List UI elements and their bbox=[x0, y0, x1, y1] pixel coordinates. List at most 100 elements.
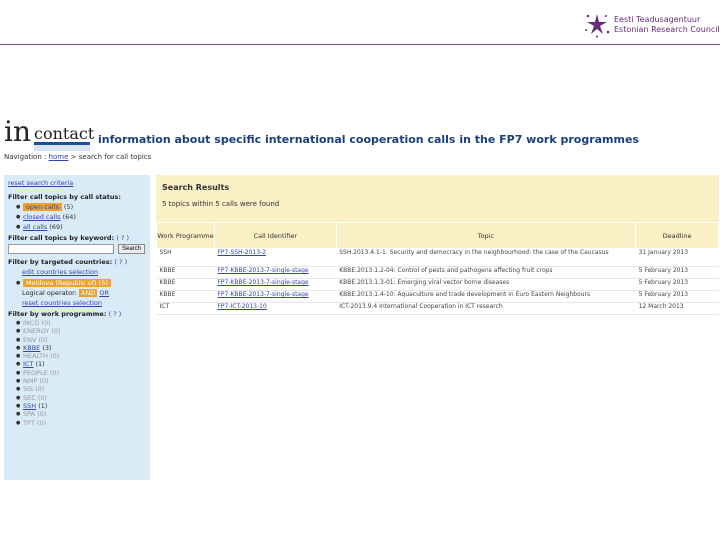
programme-count: (0) bbox=[38, 335, 48, 344]
cell-call: FP7-SSH-2013-2 bbox=[214, 248, 337, 267]
results-table-body: SSH FP7-SSH-2013-2 SSH.2013.4.1-1. Securit… bbox=[156, 248, 719, 315]
reset-countries-link[interactable]: reset countries selection bbox=[22, 299, 146, 307]
cell-programme: SSH bbox=[156, 248, 215, 267]
programme-help-link[interactable]: ( ? ) bbox=[109, 310, 122, 318]
all-calls-count: (69) bbox=[49, 223, 63, 231]
list-item: open calls (5) bbox=[16, 203, 146, 211]
programme-nmp-link: NMP bbox=[23, 377, 38, 386]
closed-calls-count: (64) bbox=[62, 213, 76, 221]
cell-call-link[interactable]: FP7-KBBE-2013-7-single-stage bbox=[217, 291, 308, 298]
list-item: KBBE (3) bbox=[16, 343, 146, 352]
list-item: INCO (0) bbox=[16, 319, 146, 327]
keyword-filter-label: Filter call topics by keyword: bbox=[8, 234, 115, 242]
list-item: SiS (0) bbox=[16, 385, 146, 394]
programme-tpt-link: TPT bbox=[23, 418, 35, 427]
programme-ict-link[interactable]: ICT bbox=[23, 360, 33, 368]
status-filter-list: open calls (5) closed calls (64) all cal… bbox=[16, 203, 146, 231]
cell-call: FP7-ICT-2013-10 bbox=[214, 302, 337, 315]
programme-count: (1) bbox=[38, 401, 48, 410]
logo-text-in: in bbox=[4, 115, 31, 148]
country-selected-tag[interactable]: Moldova (Republic of) (5) bbox=[23, 279, 111, 287]
logical-operator-label: Logical operator: bbox=[22, 289, 77, 297]
col-header-topic[interactable]: Topic bbox=[335, 222, 637, 249]
keyword-filter-heading: Filter call topics by keyword: ( ? ) bbox=[8, 234, 146, 242]
programme-health-link: HEALTH bbox=[23, 352, 49, 361]
programme-ssh-link[interactable]: SSH bbox=[23, 402, 36, 410]
incontact-logo[interactable]: in contact bbox=[4, 118, 94, 152]
programme-filter-list: INCO (0)ENERGY (0)ENV (0)KBBE (3)HEALTH … bbox=[16, 319, 146, 427]
keyword-input[interactable] bbox=[8, 244, 114, 254]
programme-kbbe-link[interactable]: KBBE bbox=[23, 344, 40, 352]
list-item: SEC (0) bbox=[16, 393, 146, 402]
cell-call: FP7-KBBE-2013-7-single-stage bbox=[214, 290, 337, 303]
header-divider bbox=[0, 44, 720, 45]
cell-call-link[interactable]: FP7-ICT-2013-10 bbox=[217, 303, 266, 310]
programme-sec-link: SEC bbox=[23, 393, 36, 402]
list-item: ENV (0) bbox=[16, 335, 146, 344]
filter-sidebar: reset search criteria Filter call topics… bbox=[4, 175, 150, 480]
keyword-help-link[interactable]: ( ? ) bbox=[116, 234, 129, 242]
programme-env-link: ENV bbox=[23, 335, 37, 344]
operator-or-link[interactable]: OR bbox=[99, 289, 109, 297]
reset-search-link[interactable]: reset search criteria bbox=[8, 179, 146, 187]
country-selected-label: Moldova (Republic of) bbox=[26, 279, 97, 287]
logo-tagbar bbox=[34, 145, 90, 151]
programme-energy-link: ENERGY bbox=[23, 327, 50, 336]
cell-call-link[interactable]: FP7-KBBE-2013-7-single-stage bbox=[217, 279, 308, 286]
programme-count: (0) bbox=[50, 352, 60, 361]
cell-call: FP7-KBBE-2013-7-single-stage bbox=[214, 266, 337, 279]
programme-count: (3) bbox=[42, 343, 52, 352]
cell-topic: ICT-2013.9.4 International Cooperation i… bbox=[336, 302, 636, 315]
status-filter-heading: Filter call topics by call status: bbox=[8, 193, 121, 201]
cell-deadline: 5 February 2013 bbox=[635, 278, 719, 291]
search-button[interactable]: Search bbox=[118, 244, 146, 254]
closed-calls-link[interactable]: closed calls bbox=[23, 213, 61, 221]
col-header-deadline[interactable]: Deadline bbox=[635, 222, 719, 249]
results-header: Search Results 5 topics within 5 calls w… bbox=[156, 175, 719, 222]
logo-text-contact: contact bbox=[34, 124, 95, 143]
programme-filter-label: Filter by work programme: bbox=[8, 310, 107, 318]
org-name-en: Estonian Research Council bbox=[614, 25, 720, 34]
cell-deadline: 12 March 2013 bbox=[635, 302, 719, 315]
programme-count: (0) bbox=[35, 385, 45, 394]
cell-deadline: 5 February 2013 bbox=[635, 266, 719, 279]
list-item: TPT (0) bbox=[16, 418, 146, 427]
country-selected-list: Moldova (Republic of) (5) bbox=[16, 279, 146, 287]
col-header-call[interactable]: Call Identifier bbox=[213, 222, 337, 249]
col-header-programme[interactable]: Work Programme bbox=[156, 222, 215, 249]
countries-help-link[interactable]: ( ? ) bbox=[114, 258, 127, 266]
list-item: all calls (69) bbox=[16, 223, 146, 231]
all-calls-link[interactable]: all calls bbox=[23, 223, 47, 231]
programme-count: (0) bbox=[51, 327, 61, 336]
table-row: SSH FP7-SSH-2013-2 SSH.2013.4.1-1. Securit… bbox=[156, 248, 719, 267]
operator-and-button[interactable]: AND bbox=[78, 289, 98, 297]
table-header-row: Work Programme Call Identifier Topic Dea… bbox=[156, 222, 719, 249]
cell-call-link[interactable]: FP7-SSH-2013-2 bbox=[217, 249, 266, 256]
breadcrumb-prefix: Navigation : bbox=[4, 153, 47, 161]
breadcrumb-home-link[interactable]: home bbox=[49, 153, 69, 161]
cell-programme: KBBE bbox=[156, 278, 215, 291]
breadcrumb-current: > search for call topics bbox=[70, 153, 152, 161]
cell-programme: KBBE bbox=[156, 290, 215, 303]
programme-sis-link: SiS bbox=[23, 385, 34, 394]
programme-count: (0) bbox=[36, 418, 47, 427]
table-row: KBBE FP7-KBBE-2013-7-single-stage KBBE.201… bbox=[156, 290, 719, 303]
programme-inco-link: INCO bbox=[23, 319, 40, 327]
table-row: KBBE FP7-KBBE-2013-7-single-stage KBBE.201… bbox=[156, 278, 719, 291]
cell-topic: SSH.2013.4.1-1. Security and democracy i… bbox=[336, 248, 636, 267]
cell-deadline: 5 February 2013 bbox=[635, 290, 719, 303]
list-item: ICT (1) bbox=[16, 360, 146, 369]
open-calls-count: (5) bbox=[63, 203, 74, 211]
cell-topic: KBBE.2013.1.3-01: Emerging viral vector … bbox=[336, 278, 636, 291]
cell-call-link[interactable]: FP7-KBBE-2013-7-single-stage bbox=[217, 267, 308, 274]
cell-topic: KBBE.2013.1.2-04: Control of pests and p… bbox=[336, 266, 636, 279]
search-results-panel: Search Results 5 topics within 5 calls w… bbox=[156, 175, 719, 315]
open-calls-link[interactable]: open calls bbox=[23, 203, 62, 211]
programme-count: (0) bbox=[49, 368, 60, 377]
table-row: ICT FP7-ICT-2013-10 ICT-2013.9.4 Internati… bbox=[156, 302, 719, 315]
edit-countries-link[interactable]: edit countries selection bbox=[22, 268, 146, 276]
programme-count: (0) bbox=[37, 393, 48, 402]
results-title: Search Results bbox=[162, 183, 230, 192]
breadcrumb: Navigation : home > search for call topi… bbox=[4, 153, 151, 161]
estonian-research-council-logo: Eesti Teadusagentuur Estonian Research C… bbox=[584, 12, 720, 38]
